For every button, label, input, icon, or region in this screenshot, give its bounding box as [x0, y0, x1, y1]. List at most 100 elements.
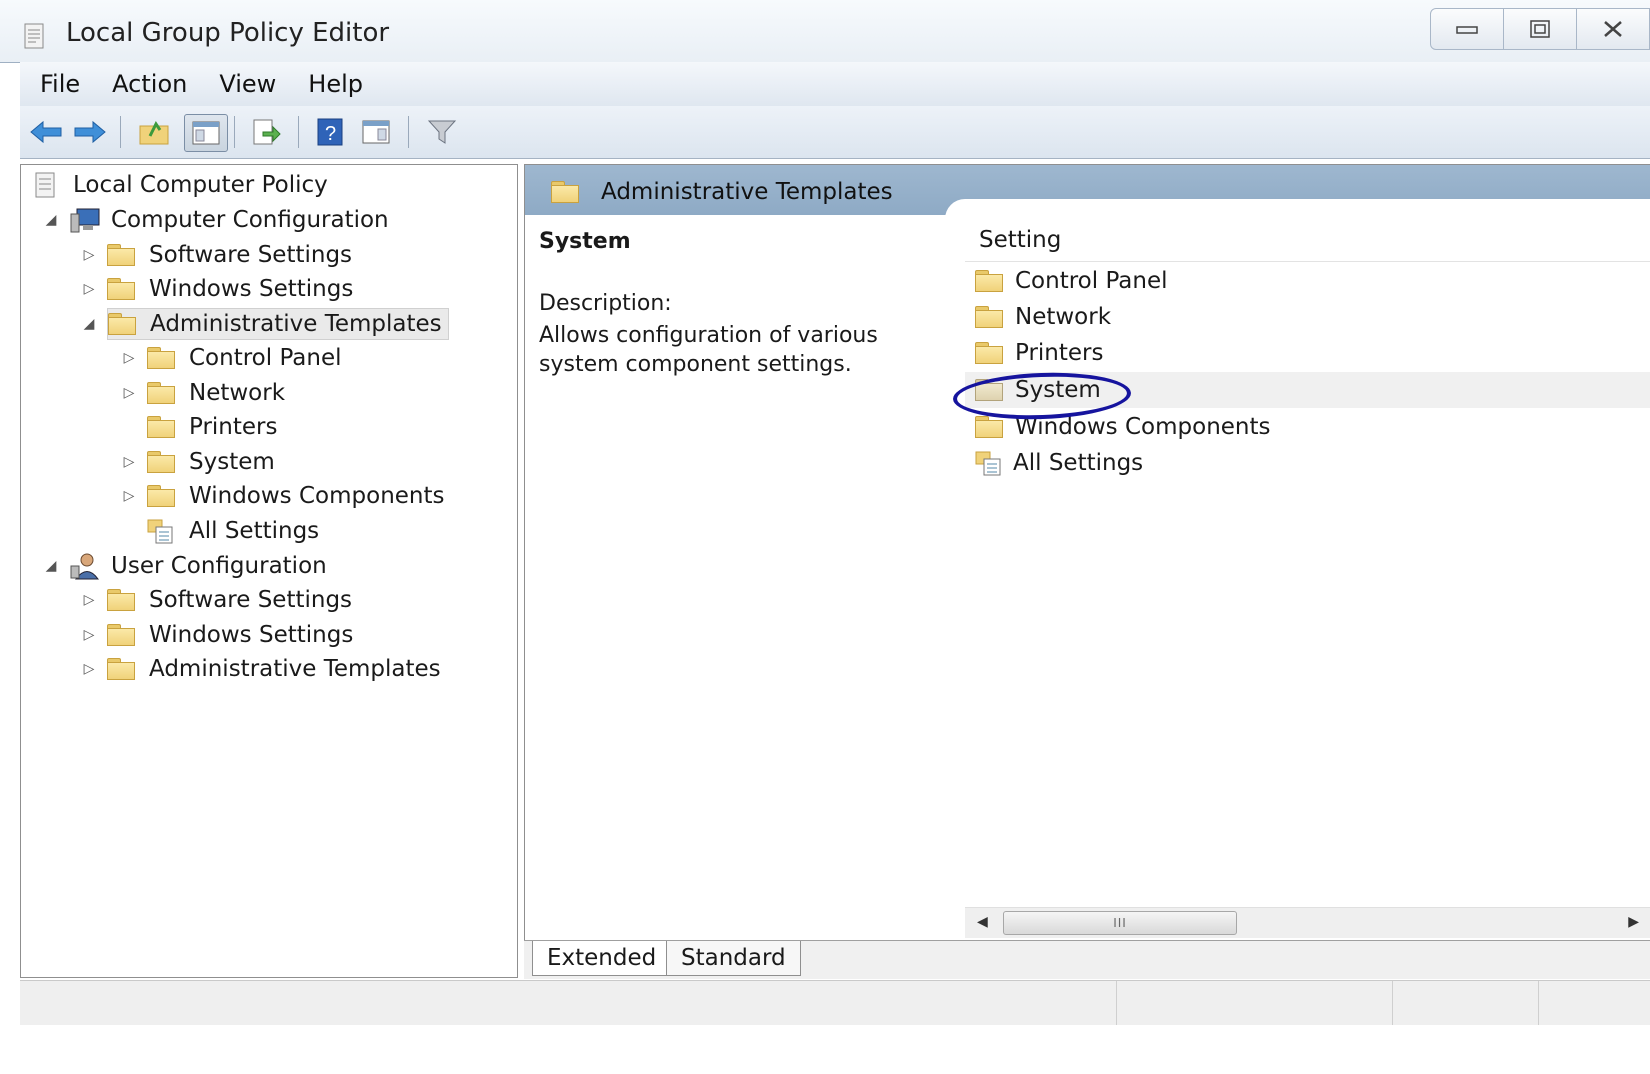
folder-icon: [108, 313, 136, 335]
list-item-printers[interactable]: Printers: [965, 335, 1650, 371]
tree-item-system[interactable]: ▷ System: [119, 446, 275, 478]
collapsed-triangle-icon[interactable]: ▷: [119, 452, 139, 472]
toolbar: ?: [20, 106, 1650, 159]
tab-standard[interactable]: Standard: [666, 941, 801, 976]
description-label: Description:: [539, 291, 672, 316]
folder-icon: [147, 382, 175, 404]
view-tabs: Extended Standard: [524, 940, 1650, 979]
toolbar-separator: [234, 116, 235, 148]
help-button[interactable]: ?: [312, 114, 348, 150]
console-tree: Local Computer Policy ◢ Computer Configu…: [20, 164, 518, 978]
folder-icon: [975, 306, 1003, 328]
close-icon: [1604, 21, 1622, 37]
expanded-triangle-icon[interactable]: ◢: [79, 314, 99, 334]
close-button[interactable]: [1577, 8, 1650, 50]
collapsed-triangle-icon[interactable]: ▷: [79, 590, 99, 610]
tree-item-uc-windows-settings[interactable]: ▷ Windows Settings: [79, 619, 354, 651]
folder-icon: [147, 416, 175, 438]
tree-label: Printers: [189, 414, 278, 440]
tree-item-printers[interactable]: Printers: [147, 411, 278, 443]
scroll-thumb[interactable]: III: [1003, 911, 1237, 935]
forward-button[interactable]: [72, 114, 108, 150]
collapsed-triangle-icon[interactable]: ▷: [79, 659, 99, 679]
status-divider: [1392, 981, 1393, 1025]
back-arrow-icon: [30, 120, 62, 144]
toolbar-separator: [120, 116, 121, 148]
restore-button[interactable]: [1504, 8, 1577, 50]
tree-item-cc-windows-settings[interactable]: ▷ Windows Settings: [79, 273, 354, 305]
tree-item-user-configuration[interactable]: ◢ User Configuration: [41, 550, 327, 582]
restore-icon: [1530, 20, 1550, 38]
description-text: Allows configuration of various system c…: [539, 323, 878, 377]
collapsed-triangle-icon[interactable]: ▷: [79, 279, 99, 299]
horizontal-scrollbar[interactable]: ◀ III ▶: [965, 907, 1650, 938]
filter-button[interactable]: [424, 114, 460, 150]
minimize-icon: [1456, 26, 1478, 34]
tree-label: Windows Components: [189, 483, 445, 509]
list-item-control-panel[interactable]: Control Panel: [965, 263, 1650, 299]
tree-item-cc-administrative-templates[interactable]: ◢ Administrative Templates: [79, 308, 449, 340]
tree-label: All Settings: [189, 518, 320, 544]
column-header-label: Setting: [979, 227, 1062, 253]
folder-icon: [975, 270, 1003, 292]
svg-text:?: ?: [325, 123, 336, 145]
folder-icon: [147, 347, 175, 369]
tree-label: Administrative Templates: [149, 656, 441, 682]
menu-file[interactable]: File: [20, 70, 96, 98]
export-list-button[interactable]: [248, 114, 284, 150]
show-action-pane-button[interactable]: [358, 114, 394, 150]
collapsed-triangle-icon[interactable]: ▷: [79, 625, 99, 645]
status-bar: [20, 980, 1650, 1025]
tree-item-uc-software-settings[interactable]: ▷ Software Settings: [79, 584, 352, 616]
folder-icon: [107, 658, 135, 680]
tree-label: Administrative Templates: [150, 311, 442, 337]
tree-item-windows-components[interactable]: ▷ Windows Components: [119, 480, 445, 512]
tree-item-network[interactable]: ▷ Network: [119, 377, 285, 409]
show-hide-console-tree-button[interactable]: [184, 114, 228, 152]
tree-item-local-computer-policy[interactable]: Local Computer Policy: [31, 169, 328, 201]
tree-label: System: [189, 449, 275, 475]
tree-item-control-panel[interactable]: ▷ Control Panel: [119, 342, 342, 374]
collapsed-triangle-icon[interactable]: ▷: [119, 383, 139, 403]
collapsed-triangle-icon[interactable]: ▷: [119, 348, 139, 368]
tree-label: Local Computer Policy: [73, 172, 328, 198]
computer-icon: [70, 208, 100, 233]
expanded-triangle-icon[interactable]: ◢: [41, 210, 61, 230]
menu-help[interactable]: Help: [292, 70, 379, 98]
action-pane-icon: [362, 120, 390, 144]
tree-item-uc-administrative-templates[interactable]: ▷ Administrative Templates: [79, 653, 441, 685]
tree-label: Computer Configuration: [111, 207, 389, 233]
up-level-button[interactable]: [136, 114, 172, 150]
scroll-right-arrow-icon[interactable]: ▶: [1628, 914, 1639, 930]
header-notch: [945, 199, 1650, 219]
menu-action[interactable]: Action: [96, 70, 203, 98]
details-header-title: Administrative Templates: [601, 179, 893, 205]
collapsed-triangle-icon[interactable]: ▷: [79, 245, 99, 265]
menu-view[interactable]: View: [203, 70, 292, 98]
setting-column-header[interactable]: Setting: [965, 225, 1650, 262]
console-tree-icon: [192, 121, 220, 145]
tree-label: Windows Settings: [149, 622, 354, 648]
scroll-left-arrow-icon[interactable]: ◀: [977, 914, 988, 930]
list-item-all-settings[interactable]: All Settings: [965, 445, 1650, 481]
tree-label: User Configuration: [111, 553, 327, 579]
folder-icon: [147, 485, 175, 507]
filter-icon: [427, 120, 457, 144]
window-title: Local Group Policy Editor: [66, 18, 390, 48]
list-item-network[interactable]: Network: [965, 299, 1650, 335]
tree-item-cc-software-settings[interactable]: ▷ Software Settings: [79, 239, 352, 271]
folder-icon: [107, 624, 135, 646]
list-item-label: Printers: [1015, 340, 1104, 366]
tree-item-all-settings[interactable]: All Settings: [147, 515, 319, 547]
policy-editor-icon: [24, 23, 44, 49]
selected-highlight: Administrative Templates: [107, 308, 449, 340]
tab-extended[interactable]: Extended: [532, 941, 672, 976]
expanded-triangle-icon[interactable]: ◢: [41, 556, 61, 576]
tree-label: Software Settings: [149, 242, 353, 268]
folder-icon: [975, 342, 1003, 364]
back-button[interactable]: [28, 114, 64, 150]
collapsed-triangle-icon[interactable]: ▷: [119, 486, 139, 506]
toolbar-separator: [408, 116, 409, 148]
minimize-button[interactable]: [1430, 8, 1504, 50]
tree-item-computer-configuration[interactable]: ◢ Computer Configuration: [41, 204, 389, 236]
